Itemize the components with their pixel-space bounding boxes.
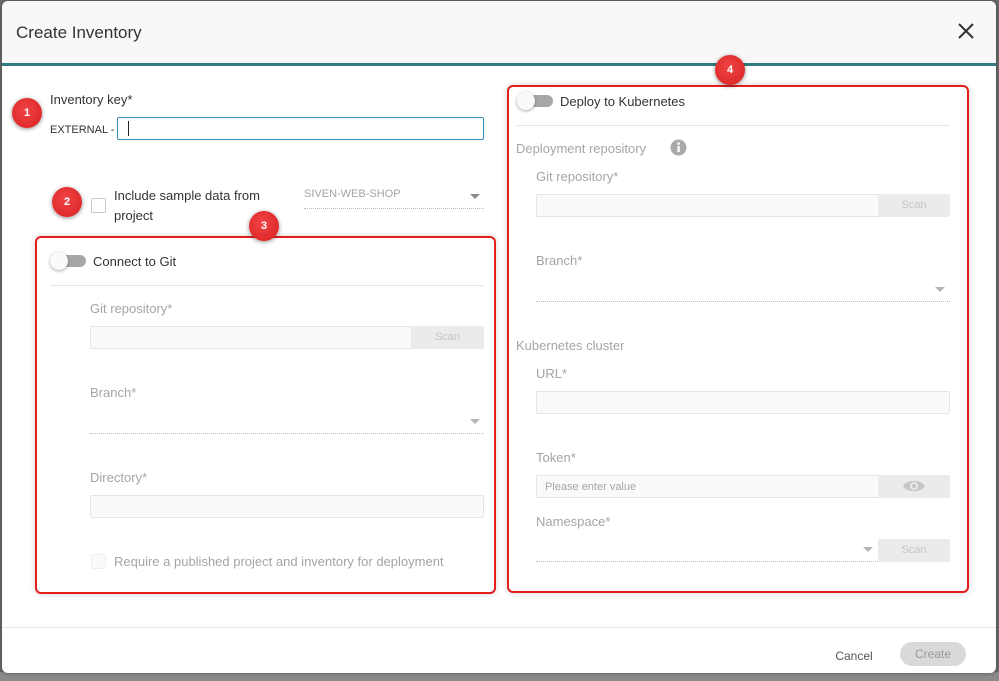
inventory-key-prefix: EXTERNAL - <box>50 124 115 136</box>
dialog-title: Create Inventory <box>16 23 142 42</box>
annotation-marker-1: 1 <box>12 98 42 128</box>
project-select-value: SIVEN-WEB-SHOP <box>304 188 401 200</box>
background-app <box>0 672 999 681</box>
create-button[interactable]: Create <box>900 642 966 666</box>
annotation-box-git <box>35 236 496 594</box>
close-icon[interactable] <box>954 19 978 43</box>
annotation-marker-4: 4 <box>715 55 745 85</box>
annotation-box-kubernetes <box>507 85 969 593</box>
inventory-key-input[interactable] <box>117 117 484 140</box>
footer-divider <box>2 627 996 628</box>
chevron-down-icon <box>470 194 480 199</box>
annotation-marker-3: 3 <box>249 211 279 241</box>
annotation-marker-2: 2 <box>52 187 82 217</box>
include-sample-data-checkbox[interactable] <box>91 198 106 213</box>
cancel-button[interactable]: Cancel <box>824 644 884 668</box>
inventory-key-label: Inventory key* <box>50 92 133 107</box>
select-underline <box>304 208 484 209</box>
include-sample-data-label-2: project <box>114 208 154 223</box>
dialog-header: Create Inventory <box>2 1 996 66</box>
text-cursor <box>128 121 129 136</box>
include-sample-data-label: Include sample data from <box>114 188 260 203</box>
